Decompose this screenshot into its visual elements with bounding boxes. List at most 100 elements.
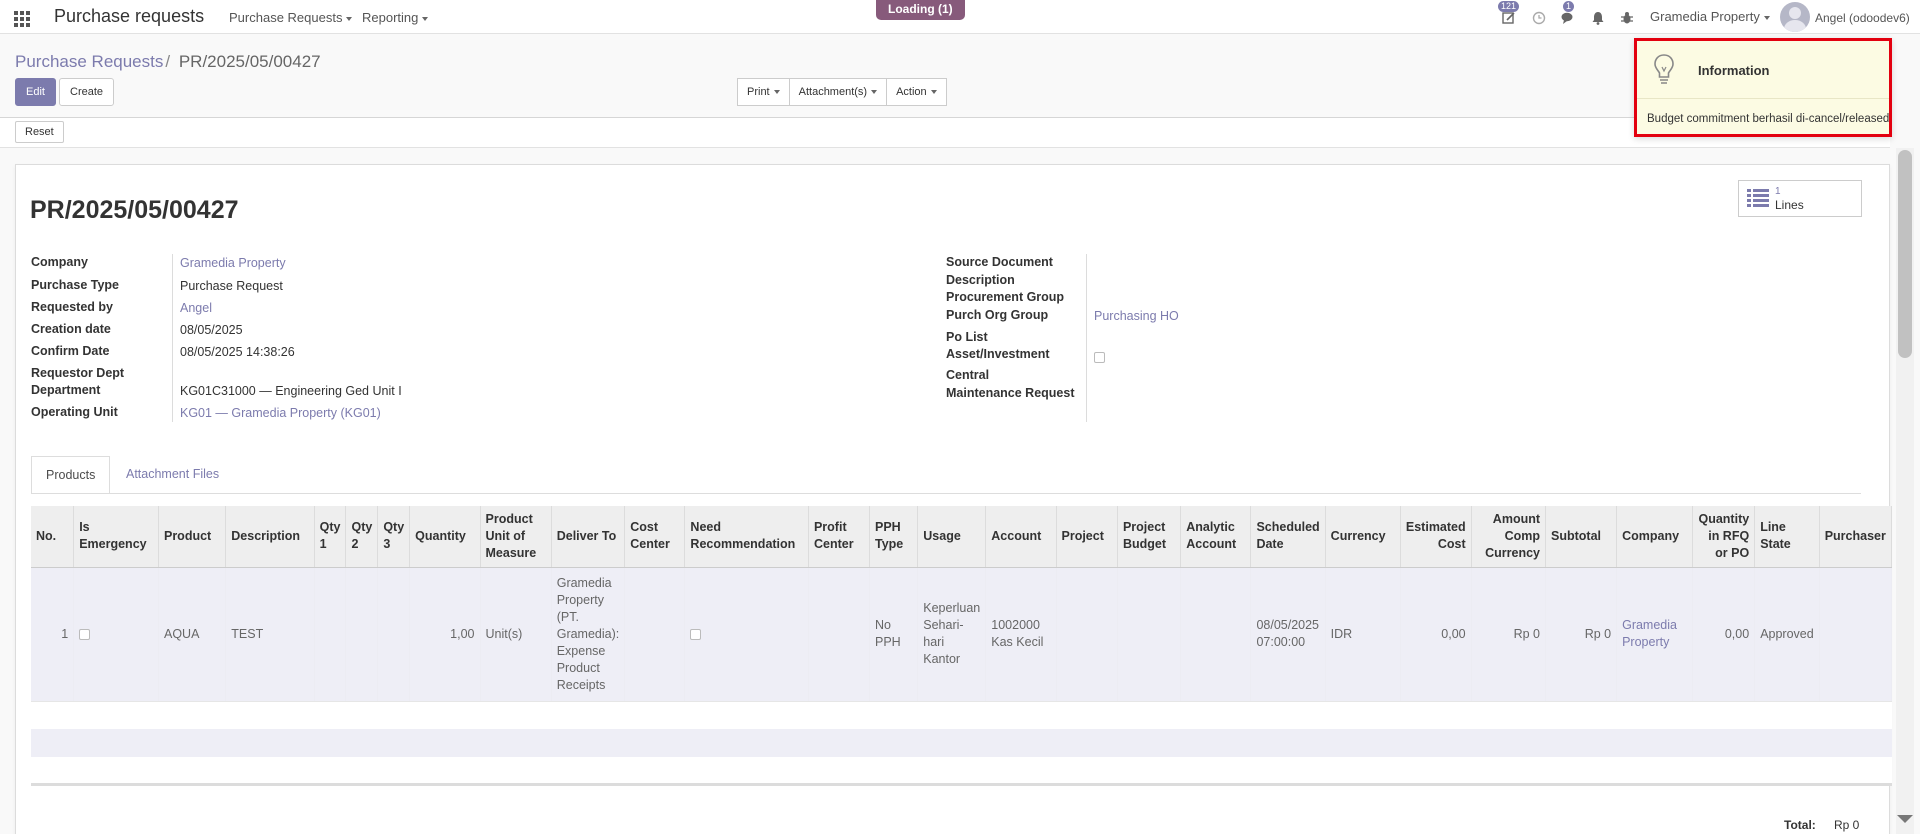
creation-date-value: 08/05/2025 [180,323,243,337]
company-label: Company [31,255,88,269]
cell-description: TEST [225,567,315,701]
activity-edit-icon[interactable] [1502,11,1516,25]
column-header[interactable]: No. [31,506,75,568]
scroll-down-arrow-icon[interactable] [1897,815,1913,823]
menu-purchase-requests-label: Purchase Requests [229,10,343,25]
cell-cost-center [624,567,686,701]
page-scrollbar-thumb[interactable] [1898,150,1912,358]
messages-icon[interactable] [1561,11,1575,25]
column-header[interactable]: Quantity [409,506,481,568]
lines-label: Lines [1775,198,1804,212]
column-header[interactable]: Account [985,506,1057,568]
user-menu[interactable]: Angel (odoodev6) [1815,11,1910,25]
column-header[interactable]: Quantity in RFQ or PO [1692,506,1756,568]
column-header[interactable]: Currency [1325,506,1401,568]
column-header[interactable]: Description [225,506,315,568]
column-header[interactable]: Line State [1754,506,1820,568]
column-header[interactable]: Qty 3 [377,506,411,568]
notification-header: Information [1637,41,1889,99]
print-dropdown-button[interactable]: Print [737,78,790,106]
tab-attachment-files[interactable]: Attachment Files [112,456,233,494]
reset-button[interactable]: Reset [15,121,64,143]
column-header[interactable]: Scheduled Date [1250,506,1326,568]
column-header[interactable]: Profit Center [808,506,870,568]
record-title: PR/2025/05/00427 [30,196,239,224]
confirm-date-label: Confirm Date [31,344,110,358]
table-horizontal-scrollbar[interactable] [31,783,1892,786]
menu-reporting[interactable]: Reporting [362,10,429,25]
empty-table-row [31,729,1892,757]
cell-no: 1 [31,567,75,701]
lightbulb-icon [1654,54,1674,84]
cell-deliver-to: Gramedia Property (PT. Gramedia): Expens… [551,567,626,701]
edit-button[interactable]: Edit [15,78,56,106]
cell-qty3 [377,567,411,701]
column-header[interactable]: Purchaser [1819,506,1892,568]
company-value[interactable]: Gramedia Property [180,256,286,270]
column-header[interactable]: Estimated Cost [1400,506,1472,568]
column-header[interactable]: Usage [917,506,987,568]
column-header[interactable]: Product [158,506,227,568]
total-value: Rp 0 [1834,818,1860,832]
asset-investment-label: Asset/Investment [946,347,1050,361]
column-header[interactable]: Is Emergency [73,506,159,568]
po-list-label: Po List [946,330,988,344]
asset-investment-checkbox[interactable] [1094,352,1105,363]
column-header[interactable]: Cost Center [624,506,686,568]
table-row[interactable]: 1 AQUA TEST 1,00 Unit(s) Gramedia Proper… [31,567,1892,701]
need-recommendation-checkbox[interactable] [690,628,702,640]
create-button[interactable]: Create [59,78,115,106]
column-header[interactable]: Project Budget [1117,506,1182,568]
avatar[interactable] [1780,2,1810,32]
cell-pph-type: No PPH [869,567,919,701]
chevron-down-icon [871,90,878,95]
tab-products[interactable]: Products [31,456,111,494]
purch-org-group-value[interactable]: Purchasing HO [1094,309,1179,323]
debug-bug-icon[interactable] [1620,11,1634,25]
lines-count: 1 [1775,186,1781,197]
clock-icon[interactable] [1532,11,1546,25]
cell-product: AQUA [158,567,227,701]
chevron-down-icon [1763,15,1770,20]
column-header[interactable]: Company [1616,506,1694,568]
attachments-dropdown-button[interactable]: Attachment(s) [788,78,888,106]
maintenance-request-label: Maintenance Request [946,386,1075,400]
requested-by-label: Requested by [31,300,113,314]
column-header[interactable]: Deliver To [551,506,626,568]
company-switcher-label: Gramedia Property [1650,9,1760,24]
column-header[interactable]: Amount Comp Currency [1471,506,1547,568]
column-header[interactable]: Need Recommendation [684,506,809,568]
column-header[interactable]: Product Unit of Measure [480,506,552,568]
breadcrumb-separator: / [165,52,171,71]
chevron-down-icon [346,16,353,21]
bell-icon[interactable] [1591,11,1605,25]
apps-menu-icon[interactable] [14,11,30,27]
list-icon [1747,189,1769,207]
cell-account: 1002000 Kas Kecil [985,567,1057,701]
action-dropdown-button[interactable]: Action [886,78,947,106]
column-header[interactable]: Qty 1 [314,506,347,568]
cell-currency: IDR [1325,567,1401,701]
column-header[interactable]: Analytic Account [1180,506,1252,568]
total-label: Total: [1784,818,1816,832]
cell-company[interactable]: Gramedia Property [1616,567,1694,701]
lines-smart-button[interactable]: 1 Lines [1738,180,1862,217]
requested-by-value[interactable]: Angel [180,301,212,315]
cell-is-emergency [73,567,159,701]
notification-title: Information [1698,63,1770,78]
breadcrumb-parent-link[interactable]: Purchase Requests [15,52,163,71]
column-header[interactable]: PPH Type [869,506,919,568]
is-emergency-checkbox[interactable] [79,628,91,640]
procurement-group-label: Procurement Group [946,290,1065,304]
company-switcher[interactable]: Gramedia Property [1650,9,1770,24]
loading-indicator: Loading (1) [876,0,965,20]
empty-table-row [31,757,1892,785]
action-button-group: Print Attachment(s) Action [737,78,947,106]
attachments-label: Attachment(s) [798,86,868,98]
column-header[interactable]: Subtotal [1545,506,1618,568]
operating-unit-value[interactable]: KG01 — Gramedia Property (KG01) [180,406,381,420]
column-header[interactable]: Project [1056,506,1118,568]
app-title: Purchase requests [54,6,205,26]
column-header[interactable]: Qty 2 [345,506,379,568]
menu-purchase-requests[interactable]: Purchase Requests [229,10,353,25]
